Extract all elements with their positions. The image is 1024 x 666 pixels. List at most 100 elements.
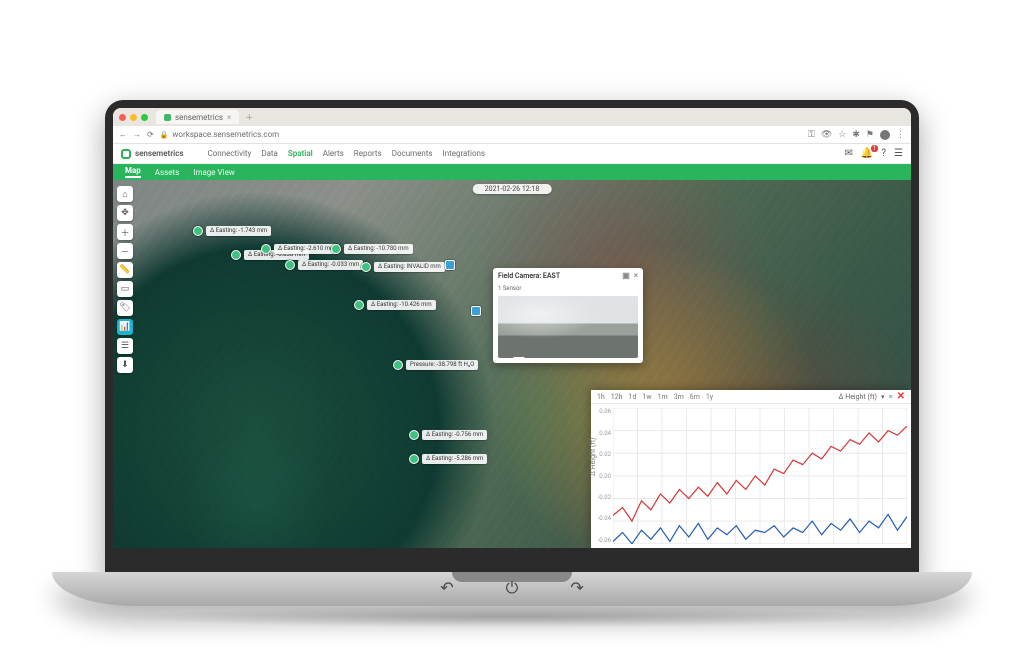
sensor-marker[interactable]: Δ Easting: INVALID mm [361,262,445,272]
nav-integrations[interactable]: Integrations [443,149,486,158]
close-window[interactable] [119,114,126,121]
marker-label: Δ Easting: -5.286 mm [422,454,487,464]
nav-alerts[interactable]: Alerts [323,149,344,158]
tool-home-icon[interactable]: ⌂ [117,186,133,202]
sensor-marker[interactable]: Δ Easting: -10.426 mm [354,300,436,310]
popup-title: Field Camera: EAST [498,272,560,280]
tool-layers-icon[interactable]: ☰ [117,338,133,354]
hw-power-icon: ⏻ [506,578,519,598]
marker-label: Δ Easting: INVALID mm [374,262,445,272]
help-icon[interactable]: ? [881,148,886,159]
nav-spatial[interactable]: Spatial [288,149,313,158]
reload-icon[interactable]: ⟳ [147,130,154,139]
camera-popup: Field Camera: EAST ▣ × 1 Sensor [493,268,643,363]
sensor-marker[interactable]: Δ Easting: -0.033 mm [285,260,363,270]
profile-avatar[interactable] [880,130,890,140]
sensor-marker[interactable]: Pressure: -38.798 ft H₂O [393,360,478,370]
nav-data[interactable]: Data [261,149,278,158]
url-field[interactable]: 🔒 workspace.sensemetrics.com [160,130,802,139]
sensor-marker[interactable]: Δ Easting: -10.780 mm [331,244,413,254]
chart-svg [613,408,907,544]
marker-dot-icon [285,260,295,270]
brand[interactable]: sensemetrics [121,149,184,159]
close-tab-icon[interactable]: × [227,113,231,122]
nav-back-icon[interactable]: ← [119,130,127,139]
timestamp-pill[interactable]: 2021-02-26 12:18 [473,184,552,194]
popup-pointer [513,357,525,369]
camera-marker[interactable] [445,260,455,270]
notification-badge: 1 [871,145,878,152]
laptop-hinge: ↶ ⏻ ↷ [52,572,972,606]
chart-menu-icon[interactable]: ≡ [889,393,893,401]
range-6m[interactable]: 6m [690,393,700,401]
kebab-icon[interactable]: ⋮ [896,130,905,140]
tool-chart-icon[interactable]: 📊 [117,319,133,335]
mail-icon[interactable]: ✉ [844,148,852,159]
camera-thumbnail[interactable] [498,296,638,358]
app-header: sensemetrics Connectivity Data Spatial A… [113,144,911,164]
range-12h[interactable]: 12h [611,393,623,401]
popup-close-icon[interactable]: × [634,271,638,280]
sensor-marker[interactable]: Δ Easting: -1.743 mm [193,226,271,236]
range-3m[interactable]: 3m [674,393,684,401]
tool-ruler-icon[interactable]: 📏 [117,262,133,278]
range-1h[interactable]: 1h [597,393,605,401]
tool-zoom-in-icon[interactable]: ＋ [117,224,133,240]
laptop-shadow [120,606,904,628]
range-1m[interactable]: 1m [658,393,668,401]
marker-label: Δ Easting: -0.756 mm [422,430,487,440]
subnav-image[interactable]: Image View [193,168,235,177]
new-tab-button[interactable]: ＋ [245,112,253,123]
extension-icon[interactable]: ✱ [852,130,860,140]
nav-connectivity[interactable]: Connectivity [208,149,252,158]
subnav-map[interactable]: Map [125,166,141,178]
key-icon[interactable]: ⚿ [808,130,815,140]
sensor-marker[interactable]: Δ Easting: -0.756 mm [409,430,487,440]
chart-close-icon[interactable]: ✕ [897,391,905,402]
chart-ylabel: Δ Height (ft) [589,438,597,476]
sensor-marker[interactable]: Δ Easting: -5.286 mm [409,454,487,464]
subnav: Map Assets Image View [113,164,911,180]
subnav-assets[interactable]: Assets [155,168,179,177]
tool-download-icon[interactable]: ⬇ [117,357,133,373]
address-bar: ← → ⟳ 🔒 workspace.sensemetrics.com ⚿ 👁 ☆… [113,126,911,144]
chevron-down-icon[interactable]: ▾ [881,393,885,401]
user-icon[interactable]: ☰ [894,148,903,159]
camera-marker[interactable] [471,306,481,316]
time-range-picker[interactable]: 1h 12h 1d 1w 1m 3m 6m 1y [597,393,713,401]
marker-dot-icon [261,244,271,254]
range-1w[interactable]: 1w [642,393,651,401]
chart-body[interactable]: Δ Height (ft) 0.060.040.020.00-0.02-0.04… [591,404,911,548]
bell-icon[interactable]: 🔔1 [861,148,873,159]
mac-tab-bar: sensemetrics × ＋ [113,108,911,126]
range-1d[interactable]: 1d [629,393,637,401]
marker-dot-icon [331,244,341,254]
window-controls[interactable] [119,114,148,121]
tool-tag-icon[interactable]: 🏷 [117,300,133,316]
lock-icon: 🔒 [160,131,169,139]
camera-icon [445,260,455,270]
timestamp-text: 2021-02-26 12:18 [485,185,540,193]
maximize-window[interactable] [141,114,148,121]
popup-expand-icon[interactable]: ▣ [622,271,630,280]
tag-icon[interactable]: ⚑ [866,130,874,140]
nav-reports[interactable]: Reports [354,149,382,158]
marker-label: Δ Easting: -1.743 mm [206,226,271,236]
map-canvas[interactable]: 2021-02-26 12:18 ⌂ ✥ ＋ － 📏 ▭ 🏷 📊 ☰ ⬇ Δ E… [113,180,911,548]
eye-icon[interactable]: 👁 [821,130,832,140]
marker-label: Δ Easting: -0.033 mm [298,260,363,270]
tool-shape-icon[interactable]: ▭ [117,281,133,297]
nav-fwd-icon[interactable]: → [133,130,141,139]
star-icon[interactable]: ☆ [838,130,846,140]
browser-tab[interactable]: sensemetrics × [156,110,239,124]
tab-title: sensemetrics [175,113,223,122]
chart-yticks: 0.060.040.020.00-0.02-0.04-0.06 [597,408,611,544]
range-1y[interactable]: 1y [706,393,713,401]
marker-dot-icon [193,226,203,236]
tool-target-icon[interactable]: ✥ [117,205,133,221]
nav-documents[interactable]: Documents [392,149,433,158]
chart-panel: 1h 12h 1d 1w 1m 3m 6m 1y Δ Height (ft) ▾ [591,390,911,548]
tool-zoom-out-icon[interactable]: － [117,243,133,259]
minimize-window[interactable] [130,114,137,121]
sensor-marker[interactable]: Δ Easting: -2.610 mm [261,244,339,254]
